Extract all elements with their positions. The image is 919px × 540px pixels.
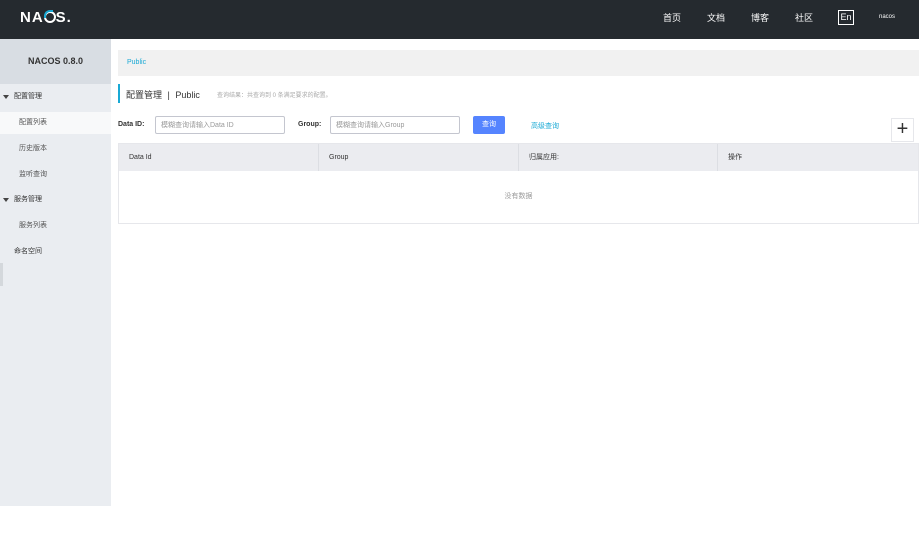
title-accent-bar: [118, 84, 120, 103]
sidebar-group-service-management[interactable]: 服务管理: [0, 189, 111, 211]
column-header-app: 归属应用:: [519, 144, 718, 171]
language-switch-button[interactable]: En: [838, 10, 854, 25]
sidebar-group-config-management[interactable]: 配置管理: [0, 86, 111, 108]
nav-link-home[interactable]: 首页: [663, 11, 681, 24]
config-table: Data Id Group 归属应用: 操作 没有数据: [118, 143, 919, 224]
column-header-data-id: Data Id: [119, 144, 319, 171]
page-title-label: 配置管理: [126, 90, 163, 100]
add-config-button[interactable]: +: [891, 118, 914, 142]
query-result-summary: 查询结果：共查询到 0 条满足要求的配置。: [217, 93, 332, 99]
nav-link-docs[interactable]: 文档: [707, 11, 725, 24]
table-empty-state: 没有数据: [504, 193, 533, 200]
sidebar-item-listener-query[interactable]: 监听查询: [0, 164, 111, 186]
nacos-logo[interactable]: NA S.: [20, 9, 72, 26]
user-name[interactable]: nacos: [879, 14, 895, 20]
sidebar-group-label: 配置管理: [14, 93, 42, 100]
nav-link-blog[interactable]: 博客: [751, 11, 769, 24]
page-title-namespace: Public: [175, 90, 200, 100]
sidebar-item-service-list[interactable]: 服务列表: [0, 215, 111, 237]
caret-down-icon: [3, 95, 9, 99]
sidebar-item-namespace[interactable]: 命名空间: [0, 241, 111, 263]
logo-ring-icon: [43, 10, 56, 23]
breadcrumb-namespace[interactable]: Public: [127, 59, 146, 66]
column-header-group: Group: [319, 144, 519, 171]
sidebar-collapse-handle[interactable]: [0, 263, 3, 286]
advanced-query-link[interactable]: 高级查询: [531, 121, 559, 131]
sidebar-item-history-versions[interactable]: 历史版本: [0, 138, 111, 160]
sidebar-item-config-list[interactable]: 配置列表: [0, 112, 111, 134]
group-label: Group:: [298, 121, 322, 128]
page-title-separator: |: [167, 90, 170, 100]
top-navigation-bar: NA S. 首页 文档 博客 社区 En nacos: [0, 0, 919, 39]
table-header: Data Id Group 归属应用: 操作: [119, 144, 918, 171]
column-header-actions: 操作: [728, 154, 742, 161]
sidebar-version-title: NACOS 0.8.0: [0, 39, 111, 84]
page-title: 配置管理 | Public: [126, 88, 200, 101]
sidebar: NACOS 0.8.0 配置管理 配置列表 历史版本 监听查询 服务管理 服务列…: [0, 39, 111, 506]
breadcrumb: Public: [118, 50, 919, 76]
dataid-label: Data ID:: [118, 121, 145, 128]
dataid-search-input[interactable]: [155, 116, 285, 134]
nav-link-community[interactable]: 社区: [795, 11, 813, 24]
sidebar-group-label: 服务管理: [14, 196, 42, 203]
group-search-input[interactable]: [330, 116, 460, 134]
query-button[interactable]: 查询: [473, 116, 505, 134]
caret-down-icon: [3, 198, 9, 202]
